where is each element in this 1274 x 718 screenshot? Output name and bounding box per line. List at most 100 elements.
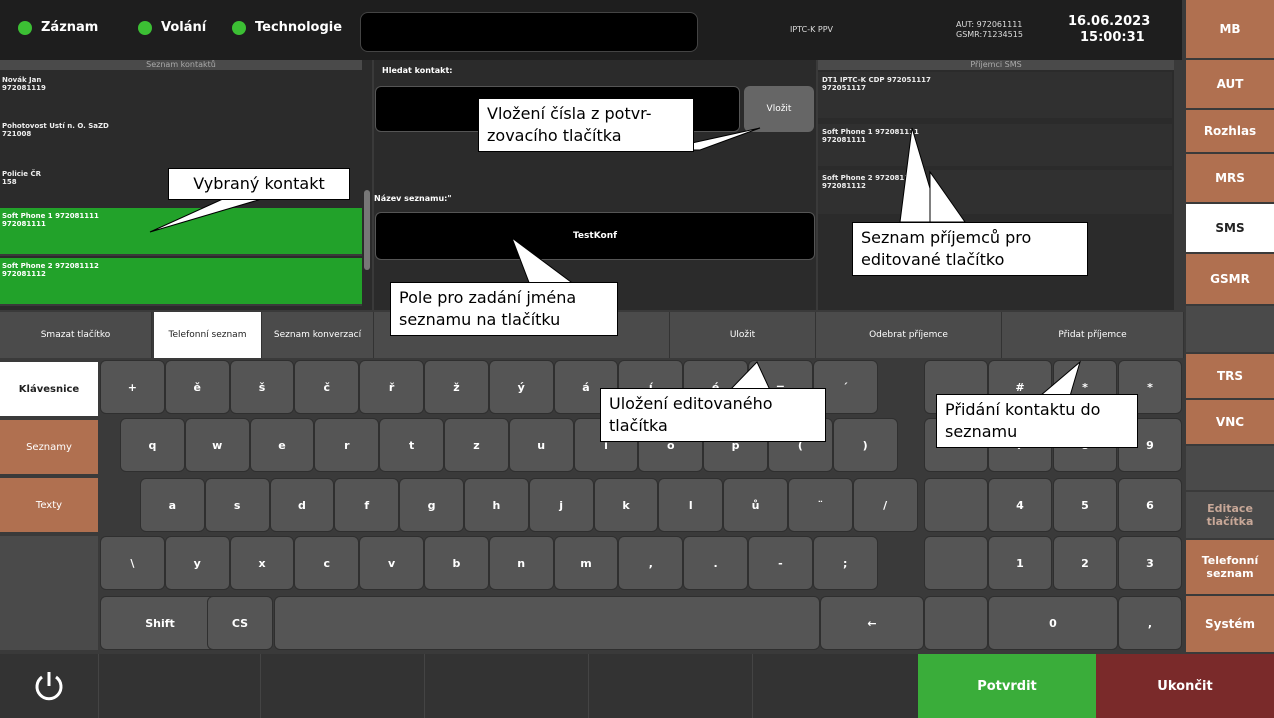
keyboard-key[interactable]: n xyxy=(488,536,554,590)
bottom-slot-1[interactable] xyxy=(98,654,260,718)
key-space[interactable] xyxy=(274,596,820,650)
keyboard-key[interactable]: - xyxy=(748,536,813,590)
key-0[interactable]: 0 xyxy=(988,596,1118,650)
keyboard-key[interactable]: c xyxy=(294,536,360,590)
keyboard-key[interactable]: . xyxy=(683,536,748,590)
keyboard-key[interactable]: ¨ xyxy=(788,478,853,532)
recipient-number: 972081111 xyxy=(822,136,866,144)
keyboard-key[interactable]: ž xyxy=(424,360,489,414)
bottom-slot-5[interactable] xyxy=(752,654,918,718)
tab-texts[interactable]: Texty xyxy=(0,478,98,534)
keyboard-key[interactable]: , xyxy=(618,536,684,590)
keyboard-key[interactable]: 5 xyxy=(1053,478,1117,532)
keyboard-key[interactable]: f xyxy=(334,478,400,532)
menu-trs[interactable]: TRS xyxy=(1186,354,1274,400)
tab-keyboard[interactable]: Klávesnice xyxy=(0,362,98,418)
keyboard-key[interactable]: š xyxy=(229,360,295,414)
keyboard-key[interactable]: 2 xyxy=(1053,536,1117,590)
keyboard-key[interactable]: 1 xyxy=(988,536,1052,590)
keyboard-key[interactable]: ; xyxy=(812,536,878,590)
delete-button-tab[interactable]: Smazat tlačítko xyxy=(0,312,152,358)
recipient-item[interactable]: DT1 IPTC-K CDP 972051117 972051117 xyxy=(818,72,1172,118)
menu-phonebook[interactable]: Telefonní seznam xyxy=(1186,540,1274,596)
contact-number: 972081111 xyxy=(2,220,46,228)
key-cs[interactable]: CS xyxy=(207,596,273,650)
key-blank[interactable] xyxy=(924,596,988,650)
keyboard-key[interactable]: ý xyxy=(488,360,554,414)
contact-item[interactable]: Novák Jan 972081119 xyxy=(0,72,362,112)
keyboard-key[interactable]: r xyxy=(314,418,380,472)
keyboard-key[interactable]: 6 xyxy=(1118,478,1182,532)
recipient-item[interactable]: Soft Phone 2 972081112 972081112 xyxy=(818,170,1172,214)
indicator-call: Volání xyxy=(138,20,206,35)
keyboard-key[interactable] xyxy=(924,478,988,532)
keyboard-key[interactable]: č xyxy=(294,360,360,414)
contact-item-selected[interactable]: Soft Phone 2 972081112 972081112 xyxy=(0,258,362,306)
keyboard-key[interactable]: s xyxy=(204,478,270,532)
contact-scrollbar[interactable] xyxy=(364,190,370,270)
keyboard-key[interactable]: + xyxy=(100,360,165,414)
menu-mrs[interactable]: MRS xyxy=(1186,154,1274,204)
keyboard-key[interactable]: / xyxy=(852,478,918,532)
keyboard-key[interactable]: v xyxy=(359,536,424,590)
save-button[interactable]: Uložit xyxy=(670,312,816,358)
tab-conversation-list[interactable]: Seznam konverzací xyxy=(262,312,374,358)
keyboard-key[interactable]: b xyxy=(424,536,489,590)
tab-lists[interactable]: Seznamy xyxy=(0,420,98,476)
key-comma[interactable]: , xyxy=(1118,596,1182,650)
tab-phonebook[interactable]: Telefonní seznam xyxy=(154,312,262,358)
keyboard-key[interactable]: j xyxy=(528,478,594,532)
keyboard-key[interactable]: \ xyxy=(100,536,165,590)
contact-item[interactable]: Pohotovost Ustí n. O. SaZD 721008 xyxy=(0,118,362,162)
keyboard-key[interactable] xyxy=(924,536,988,590)
keyboard-key[interactable]: ) xyxy=(832,418,898,472)
bottom-slot-3[interactable] xyxy=(424,654,588,718)
status-bar: Záznam Volání Technologie IPTC-K PPV AUT… xyxy=(0,0,1182,60)
keyboard-key[interactable]: ř xyxy=(359,360,424,414)
menu-aut[interactable]: AUT xyxy=(1186,60,1274,110)
menu-gsmr[interactable]: GSMR xyxy=(1186,254,1274,306)
keyboard-key[interactable]: a xyxy=(140,478,205,532)
recipient-item[interactable]: Soft Phone 1 972081111 972081111 xyxy=(818,124,1172,166)
keyboard-key[interactable]: l xyxy=(658,478,724,532)
power-button[interactable] xyxy=(0,654,98,718)
menu-rozhlas[interactable]: Rozhlas xyxy=(1186,110,1274,154)
keyboard-key[interactable]: 3 xyxy=(1118,536,1182,590)
keyboard-key[interactable]: 4 xyxy=(988,478,1052,532)
keyboard-key[interactable]: d xyxy=(269,478,335,532)
keyboard-key[interactable]: ě xyxy=(164,360,230,414)
confirm-button[interactable]: Potvrdit xyxy=(918,654,1096,718)
menu-system[interactable]: Systém xyxy=(1186,596,1274,654)
date: 16.06.2023 xyxy=(1068,14,1151,29)
keyboard-key[interactable]: h xyxy=(464,478,529,532)
menu-empty-2 xyxy=(1186,446,1274,492)
indicator-technology: Technologie xyxy=(232,20,342,35)
keyboard-key[interactable]: q xyxy=(120,418,185,472)
key-backspace[interactable]: ← xyxy=(820,596,924,650)
end-button[interactable]: Ukončit xyxy=(1096,654,1274,718)
keyboard-key[interactable]: z xyxy=(444,418,509,472)
menu-vnc[interactable]: VNC xyxy=(1186,400,1274,446)
tab-empty-left xyxy=(0,536,98,652)
keyboard-key[interactable]: ů xyxy=(723,478,788,532)
key-shift[interactable]: Shift xyxy=(100,596,220,650)
remove-recipient-button[interactable]: Odebrat příjemce xyxy=(816,312,1002,358)
bottom-slot-4[interactable] xyxy=(588,654,752,718)
add-recipient-button[interactable]: Přidat příjemce xyxy=(1002,312,1184,358)
menu-mb[interactable]: MB xyxy=(1186,0,1274,60)
keyboard-key[interactable]: t xyxy=(379,418,444,472)
insert-button[interactable]: Vložit xyxy=(744,86,814,132)
keyboard-key[interactable]: g xyxy=(399,478,464,532)
keyboard-key[interactable]: k xyxy=(593,478,659,532)
contact-item-selected[interactable]: Soft Phone 1 972081111 972081111 xyxy=(0,208,362,256)
keyboard-key[interactable]: u xyxy=(508,418,574,472)
keyboard-key[interactable]: e xyxy=(249,418,315,472)
bottom-slot-2[interactable] xyxy=(260,654,424,718)
menu-sms[interactable]: SMS xyxy=(1186,204,1274,254)
keyboard-key[interactable]: x xyxy=(229,536,295,590)
list-name-input[interactable]: TestKonf xyxy=(375,212,815,260)
power-icon xyxy=(35,672,63,701)
keyboard-key[interactable]: y xyxy=(164,536,230,590)
keyboard-key[interactable]: w xyxy=(184,418,250,472)
keyboard-key[interactable]: m xyxy=(553,536,619,590)
